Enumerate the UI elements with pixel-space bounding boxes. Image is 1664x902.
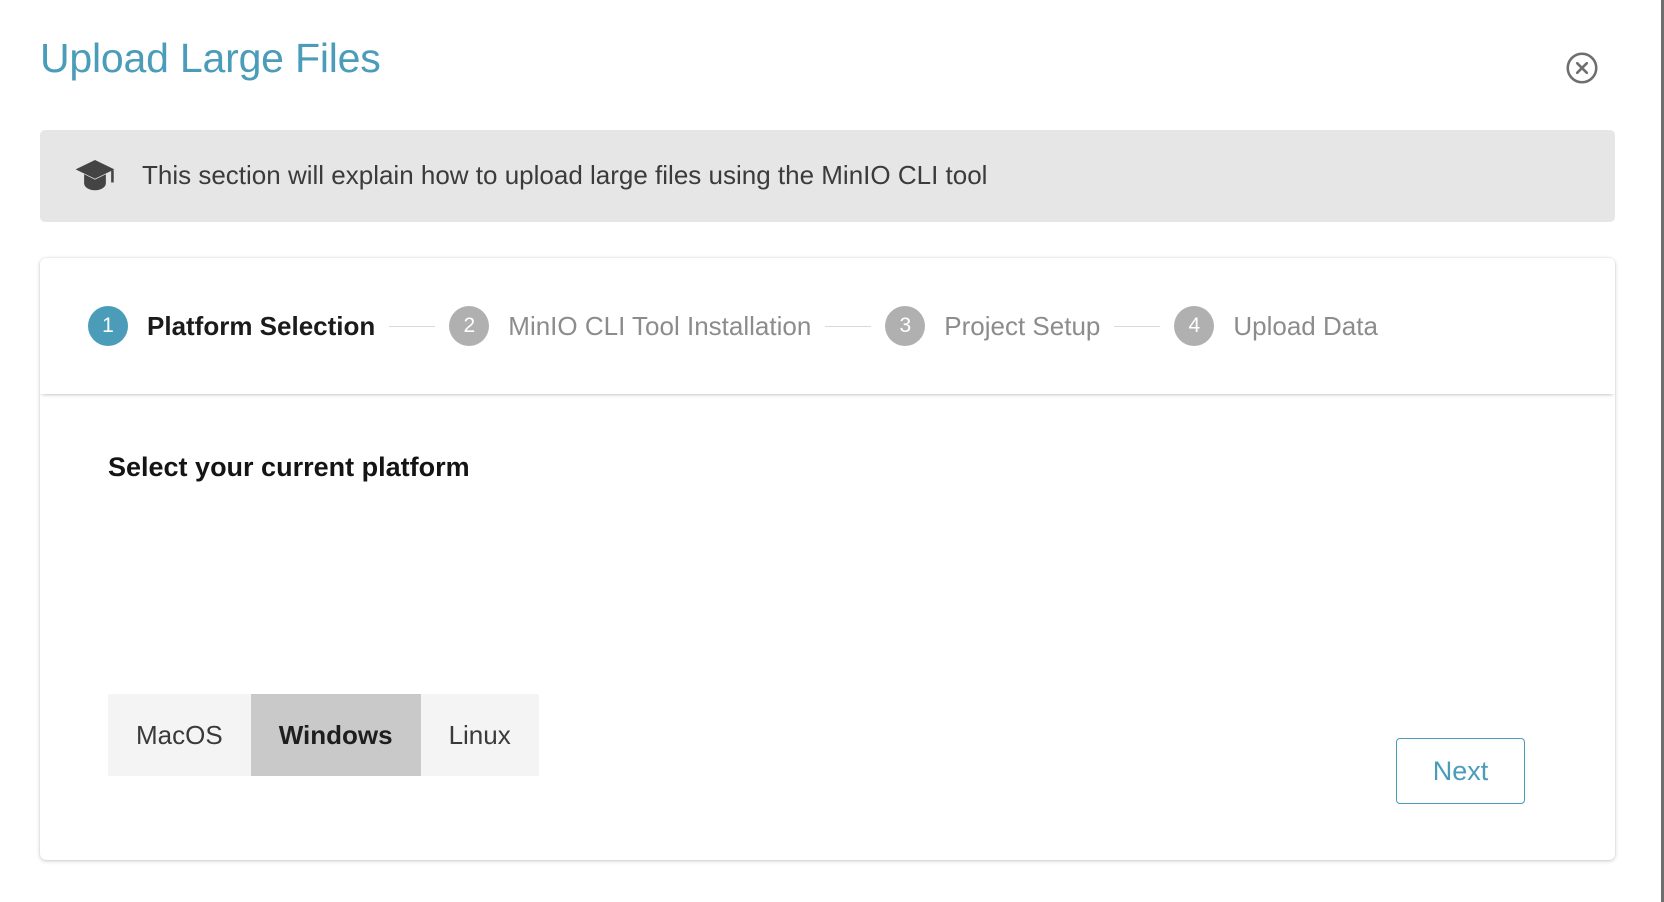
step-connector-2-3 (825, 325, 872, 327)
platform-option-macos[interactable]: MacOS (108, 694, 251, 776)
step-minio-cli-tool-installation[interactable]: 2 MinIO CLI Tool Installation (449, 306, 811, 346)
platform-option-windows[interactable]: Windows (250, 694, 421, 776)
next-button[interactable]: Next (1396, 738, 1525, 804)
step-label-1: Platform Selection (147, 310, 376, 341)
step-number-3: 3 (885, 306, 926, 346)
step-project-setup[interactable]: 3 Project Setup (885, 306, 1100, 346)
graduation-cap-icon (73, 156, 117, 196)
info-banner-text: This section will explain how to upload … (142, 160, 988, 191)
page-title: Upload Large Files (40, 35, 381, 81)
step-label-2: MinIO CLI Tool Installation (508, 310, 812, 341)
wizard-card: 1 Platform Selection 2 MinIO CLI Tool In… (40, 258, 1615, 860)
section-heading: Select your current platform (108, 452, 470, 482)
step-number-4: 4 (1174, 306, 1215, 346)
step-upload-data[interactable]: 4 Upload Data (1174, 306, 1378, 346)
step-number-2: 2 (449, 306, 490, 346)
step-label-4: Upload Data (1233, 310, 1378, 341)
info-banner: This section will explain how to upload … (40, 130, 1615, 222)
wizard-stepper: 1 Platform Selection 2 MinIO CLI Tool In… (40, 258, 1615, 394)
step-number-1: 1 (88, 306, 128, 346)
step-connector-1-2 (389, 325, 436, 327)
platform-option-linux[interactable]: Linux (420, 694, 539, 776)
step-platform-selection[interactable]: 1 Platform Selection (88, 306, 375, 346)
close-button[interactable] (1562, 48, 1602, 88)
upload-large-files-dialog: Upload Large Files This section will exp… (0, 0, 1664, 902)
close-circle-icon (1564, 50, 1600, 86)
step-label-3: Project Setup (944, 310, 1101, 341)
wizard-card-body: Select your current platform MacOS Windo… (40, 394, 1615, 860)
platform-selector-group: MacOS Windows Linux (108, 694, 539, 776)
step-connector-3-4 (1114, 325, 1161, 327)
dialog-header: Upload Large Files (0, 0, 1664, 118)
